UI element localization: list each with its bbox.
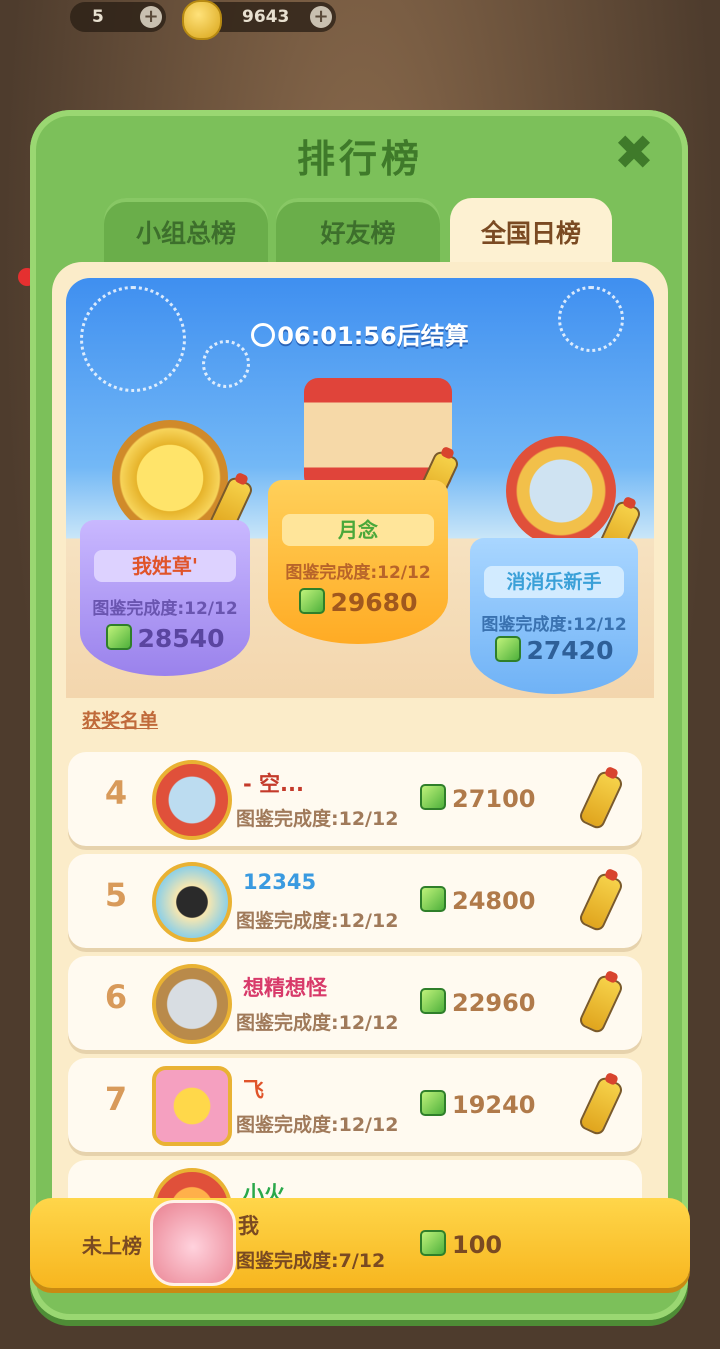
third-place-score: 27420 [526, 636, 614, 665]
tab-national-daily[interactable]: 全国日榜 [450, 198, 612, 266]
my-score: 100 [452, 1231, 503, 1259]
close-button[interactable]: ✖ [610, 129, 658, 178]
rank-number: 6 [104, 978, 128, 1016]
list-item[interactable]: 5 12345 图鉴完成度:12/12 24800 [68, 854, 642, 948]
first-place-shield: 月念 图鉴完成度:12/12 29680 [268, 480, 448, 644]
rank-number: 4 [104, 774, 128, 812]
player-score: 27100 [452, 785, 536, 813]
coin-counter: 9643 + [182, 0, 336, 40]
first-place-progress: 图鉴完成度:12/12 [285, 563, 431, 583]
rank-number: 5 [104, 876, 128, 914]
player-name: 12345 [243, 870, 317, 894]
player-score: 24800 [452, 887, 536, 915]
player-progress: 图鉴完成度:12/12 [236, 808, 399, 830]
third-place-progress: 图鉴完成度:12/12 [481, 615, 627, 635]
tab-friends[interactable]: 好友榜 [276, 198, 440, 266]
first-place-score: 29680 [330, 588, 418, 617]
player-name: - 空... [243, 772, 304, 796]
coin-icon [182, 0, 222, 40]
third-place-avatar[interactable] [506, 436, 616, 546]
resource-bar: 5 + 9643 + [0, 0, 720, 40]
player-progress: 图鉴完成度:12/12 [236, 1012, 399, 1034]
reward-ticket-icon [577, 973, 625, 1035]
player-avatar[interactable] [152, 1066, 232, 1146]
first-place-name: 月念 [282, 514, 434, 546]
reward-ticket-icon [577, 1075, 625, 1137]
my-rank-status: 未上榜 [82, 1234, 142, 1258]
stamina-value: 5 [92, 7, 104, 27]
gem-icon [420, 784, 446, 810]
player-score: 19240 [452, 1091, 536, 1119]
list-item[interactable]: 4 - 空... 图鉴完成度:12/12 27100 [68, 752, 642, 846]
second-place-shield: 我姓草' 图鉴完成度:12/12 28540 [80, 520, 250, 676]
player-avatar[interactable] [152, 760, 232, 840]
stamina-counter: 5 + [70, 2, 166, 32]
gem-icon [298, 588, 325, 614]
coin-value: 9643 [242, 7, 290, 27]
timer-text: 06:01:56后结算 [277, 322, 469, 350]
player-progress: 图鉴完成度:12/12 [236, 1114, 399, 1136]
player-avatar[interactable] [152, 862, 232, 942]
player-avatar[interactable] [152, 964, 232, 1044]
gem-icon [494, 636, 521, 662]
second-place-name: 我姓草' [94, 550, 236, 582]
reward-ticket-icon [577, 769, 625, 831]
gem-icon [420, 886, 446, 912]
gem-icon [420, 988, 446, 1014]
player-progress: 图鉴完成度:12/12 [236, 910, 399, 932]
add-coins-button[interactable]: + [310, 6, 332, 28]
gem-icon [420, 1090, 446, 1116]
list-item[interactable]: 6 想精想怪 图鉴完成度:12/12 22960 [68, 956, 642, 1050]
second-place-score: 28540 [137, 624, 225, 653]
second-place-progress: 图鉴完成度:12/12 [92, 599, 238, 619]
player-name: 飞 [243, 1078, 264, 1102]
clock-icon [251, 323, 276, 347]
my-name: 我 [238, 1214, 259, 1238]
gem-icon [105, 624, 132, 650]
awards-list-title: 获奖名单 [82, 710, 159, 732]
my-rank-bar: 未上榜 我 图鉴完成度:7/12 100 [30, 1198, 690, 1288]
player-name: 想精想怪 [243, 976, 327, 1000]
my-avatar[interactable] [150, 1200, 236, 1286]
third-place-name: 消消乐新手 [484, 566, 624, 598]
third-place-shield: 消消乐新手 图鉴完成度:12/12 27420 [470, 538, 638, 694]
my-progress: 图鉴完成度:7/12 [236, 1250, 386, 1272]
player-score: 22960 [452, 989, 536, 1017]
gem-icon [420, 1230, 446, 1256]
add-stamina-button[interactable]: + [140, 6, 162, 28]
list-item[interactable]: 7 飞 图鉴完成度:12/12 19240 [68, 1058, 642, 1152]
settlement-timer: 06:01:56后结算 [66, 316, 654, 351]
reward-ticket-icon [577, 871, 625, 933]
rank-number: 7 [104, 1080, 128, 1118]
tab-group-total[interactable]: 小组总榜 [104, 198, 268, 266]
